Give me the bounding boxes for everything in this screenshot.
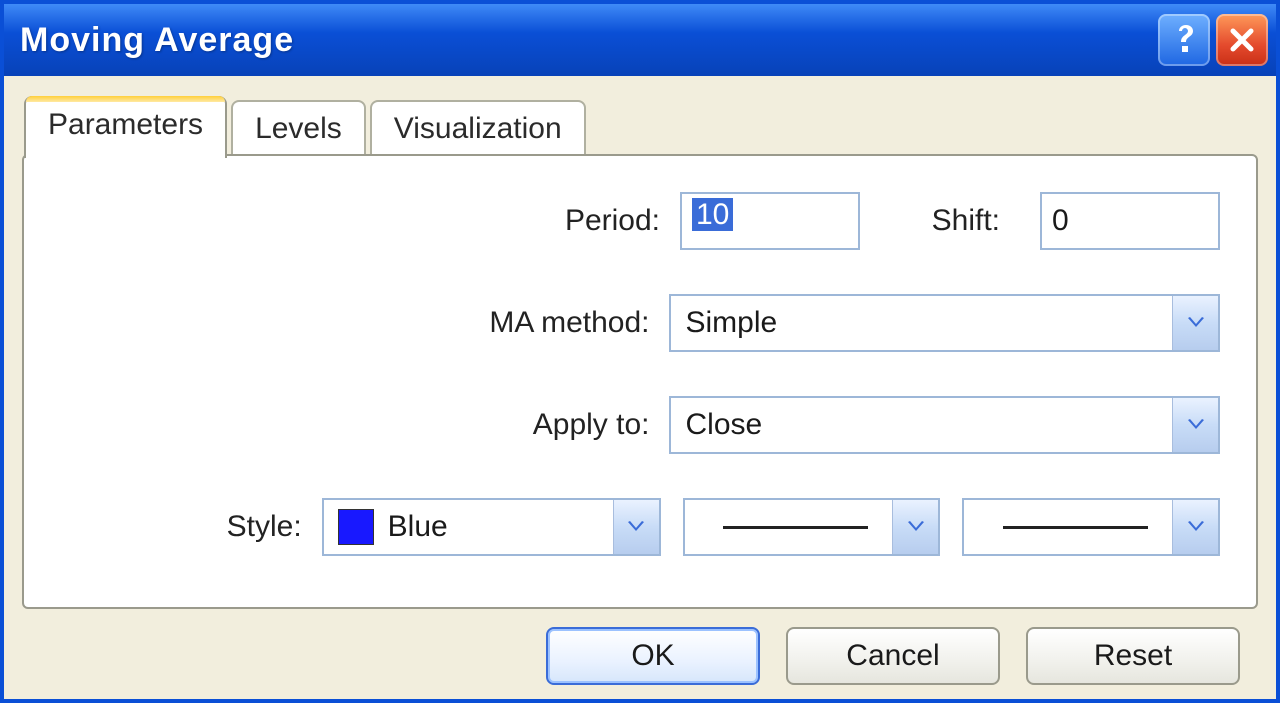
window-title: Moving Average	[20, 21, 1152, 60]
shift-input[interactable]	[1040, 192, 1220, 250]
tab-levels[interactable]: Levels	[231, 100, 366, 158]
help-icon	[1171, 23, 1197, 57]
apply-to-value: Close	[685, 408, 1172, 442]
cancel-button[interactable]: Cancel	[786, 627, 1000, 685]
chevron-down-icon	[1187, 317, 1205, 329]
line-style-preview	[699, 526, 893, 529]
style-line-dropdown-button[interactable]	[892, 500, 938, 554]
style-color-value: Blue	[388, 510, 613, 544]
style-width-dropdown-button[interactable]	[1172, 500, 1218, 554]
row-period-shift: Period: 10 Shift:	[60, 192, 1220, 250]
style-line-dropdown[interactable]	[683, 498, 941, 556]
row-ma-method: MA method: Simple	[60, 294, 1220, 352]
help-button[interactable]	[1158, 14, 1210, 66]
style-color-dropdown[interactable]: Blue	[322, 498, 661, 556]
ma-method-value: Simple	[685, 306, 1172, 340]
tab-visualization[interactable]: Visualization	[370, 100, 586, 158]
ok-button[interactable]: OK	[546, 627, 760, 685]
chevron-down-icon	[1187, 521, 1205, 533]
period-input[interactable]: 10	[680, 192, 860, 250]
row-style: Style: Blue	[60, 498, 1220, 556]
client-area: Parameters Levels Visualization Period: …	[4, 76, 1276, 699]
chevron-down-icon	[1187, 419, 1205, 431]
label-style: Style:	[60, 510, 322, 544]
apply-to-dropdown-button[interactable]	[1172, 398, 1218, 452]
color-swatch	[338, 509, 374, 545]
style-width-dropdown[interactable]	[962, 498, 1220, 556]
dialog-window: Moving Average Parameters Levels Visuali…	[0, 0, 1280, 703]
style-color-dropdown-button[interactable]	[613, 500, 659, 554]
tab-parameters[interactable]: Parameters	[24, 96, 227, 158]
chevron-down-icon	[627, 521, 645, 533]
ma-method-dropdown[interactable]: Simple	[669, 294, 1220, 352]
label-apply-to: Apply to:	[60, 408, 669, 442]
reset-button[interactable]: Reset	[1026, 627, 1240, 685]
label-period: Period:	[60, 204, 680, 238]
close-icon	[1228, 26, 1256, 54]
period-value: 10	[692, 198, 733, 231]
close-button[interactable]	[1216, 14, 1268, 66]
tab-strip: Parameters Levels Visualization	[22, 94, 1258, 156]
ma-method-dropdown-button[interactable]	[1172, 296, 1218, 350]
row-apply-to: Apply to: Close	[60, 396, 1220, 454]
tab-page-parameters: Period: 10 Shift: MA method: Simple	[22, 154, 1258, 609]
label-shift: Shift:	[932, 204, 1020, 238]
chevron-down-icon	[907, 521, 925, 533]
button-bar: OK Cancel Reset	[22, 609, 1258, 685]
label-ma-method: MA method:	[60, 306, 669, 340]
line-width-preview	[978, 526, 1172, 529]
apply-to-dropdown[interactable]: Close	[669, 396, 1220, 454]
titlebar: Moving Average	[4, 4, 1276, 76]
